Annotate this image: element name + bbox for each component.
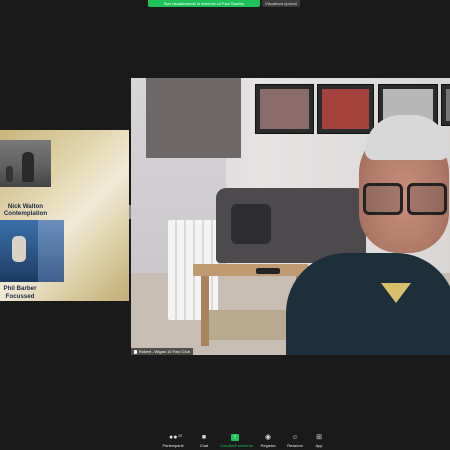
screen-share-banner[interactable]: Stai visualizzando lo schermo di Paul St… (148, 0, 260, 7)
photo2-author: Phil Barber (3, 285, 37, 292)
tv-screen (146, 78, 241, 158)
photo1-title: Contemplation (3, 210, 48, 217)
record-button[interactable]: ◉ Registra (253, 434, 283, 450)
chat-label: Chat (199, 443, 209, 448)
participants-label: Partecipanti (162, 443, 184, 448)
reactions-icon: ☺ (291, 434, 299, 441)
apps-icon: ⊞ (316, 434, 322, 441)
meeting-toolbar: ●● 28 Partecipanti ■ Chat ↑ Condividi sc… (0, 432, 450, 450)
record-icon: ◉ (264, 434, 272, 441)
participants-count: 28 (178, 434, 182, 438)
chat-icon: ■ (201, 434, 207, 441)
participant-name: Robert - Wigan 10 Foto Club (139, 349, 190, 354)
participants-button[interactable]: ●● 28 Partecipanti (158, 434, 188, 450)
view-options-button[interactable]: Visualizza opzioni (262, 0, 300, 7)
share-screen-label: Condividi schermo (220, 443, 253, 448)
chat-button[interactable]: ■ Chat (189, 434, 219, 450)
apps-label: App (315, 443, 323, 448)
participants-icon: ●● (169, 434, 178, 441)
shared-screen-panel: Nick Walton Contemplation Phil Barber Fo… (0, 130, 129, 301)
share-screen-icon: ↑ (231, 434, 239, 441)
participant-video[interactable] (131, 78, 450, 355)
participant-name-tag: Robert - Wigan 10 Foto Club (131, 348, 193, 355)
record-label: Registra (260, 443, 276, 448)
photo2-title: Focussed (5, 293, 35, 300)
photo-thumbnail-contemplation (0, 140, 51, 187)
microphone-icon (134, 349, 137, 354)
share-screen-button[interactable]: ↑ Condividi schermo (220, 434, 253, 450)
photo-thumbnail-focussed (0, 220, 64, 282)
apps-button[interactable]: ⊞ App (304, 434, 334, 450)
